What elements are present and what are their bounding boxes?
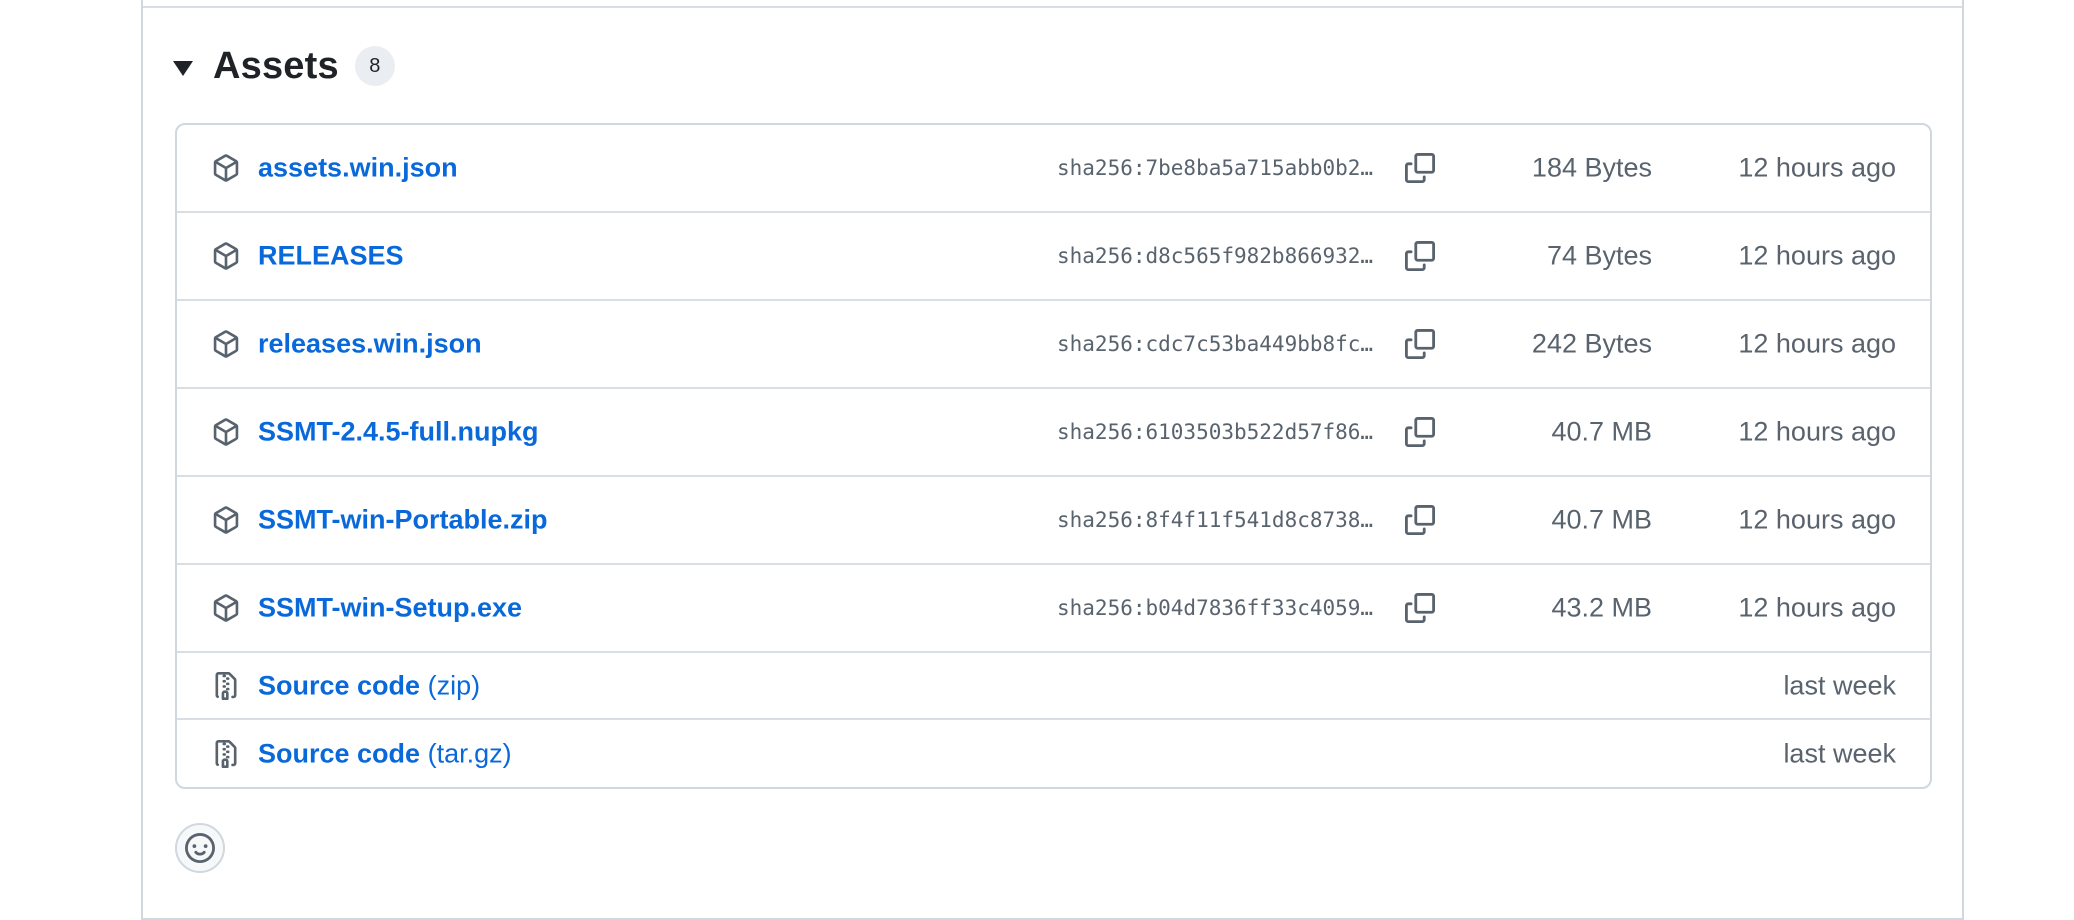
asset-time: 12 hours ago xyxy=(1738,240,1896,271)
package-icon xyxy=(211,504,241,536)
asset-size: 242 Bytes xyxy=(1531,328,1652,359)
source-code-row: Source code (zip) last week xyxy=(177,653,1930,720)
assets-count-badge: 8 xyxy=(354,46,395,86)
source-code-targz-link[interactable]: Source code (tar.gz) xyxy=(258,738,512,769)
asset-time: 12 hours ago xyxy=(1738,328,1896,359)
source-code-ext: (zip) xyxy=(427,670,481,700)
source-code-time: last week xyxy=(1783,738,1896,768)
add-reaction-button[interactable] xyxy=(175,823,225,873)
asset-row: releases.win.json sha256:cdc7c53ba449bb8… xyxy=(177,301,1930,389)
asset-size: 43.2 MB xyxy=(1551,592,1652,623)
asset-link[interactable]: releases.win.json xyxy=(258,329,482,360)
copy-icon[interactable] xyxy=(1400,148,1440,188)
source-code-label: Source code xyxy=(258,670,421,700)
asset-link[interactable]: SSMT-win-Portable.zip xyxy=(258,505,548,536)
copy-icon[interactable] xyxy=(1400,412,1440,452)
source-code-zip-link[interactable]: Source code (zip) xyxy=(258,670,480,701)
package-icon xyxy=(211,328,241,360)
asset-row: SSMT-win-Setup.exe sha256:b04d7836ff33c4… xyxy=(177,565,1930,653)
divider xyxy=(143,6,1962,8)
asset-sha256: sha256:b04d7836ff33c4059… xyxy=(1057,596,1374,620)
asset-size: 40.7 MB xyxy=(1551,504,1652,535)
asset-row: SSMT-win-Portable.zip sha256:8f4f11f541d… xyxy=(177,477,1930,565)
smiley-icon xyxy=(185,833,215,863)
asset-row: RELEASES sha256:d8c565f982b866932… 74 By… xyxy=(177,213,1930,301)
release-card: Assets 8 assets.win.json sha256:7be8ba5a… xyxy=(141,0,1964,920)
asset-time: 12 hours ago xyxy=(1738,416,1896,447)
triangle-down-icon xyxy=(173,60,193,76)
package-icon xyxy=(211,152,241,184)
asset-row: SSMT-2.4.5-full.nupkg sha256:6103503b522… xyxy=(177,389,1930,477)
package-icon xyxy=(211,592,241,624)
asset-link[interactable]: SSMT-win-Setup.exe xyxy=(258,593,522,624)
asset-row: assets.win.json sha256:7be8ba5a715abb0b2… xyxy=(177,125,1930,213)
asset-size: 184 Bytes xyxy=(1531,152,1652,183)
copy-icon[interactable] xyxy=(1400,324,1440,364)
asset-size: 74 Bytes xyxy=(1546,240,1652,271)
file-zip-icon xyxy=(211,738,241,770)
asset-link[interactable]: assets.win.json xyxy=(258,153,458,184)
asset-link[interactable]: SSMT-2.4.5-full.nupkg xyxy=(258,417,539,448)
copy-icon[interactable] xyxy=(1400,236,1440,276)
source-code-row: Source code (tar.gz) last week xyxy=(177,720,1930,787)
copy-icon[interactable] xyxy=(1400,500,1440,540)
file-zip-icon xyxy=(211,670,241,702)
package-icon xyxy=(211,416,241,448)
assets-toggle[interactable]: Assets 8 xyxy=(173,43,395,89)
asset-time: 12 hours ago xyxy=(1738,592,1896,623)
source-code-ext: (tar.gz) xyxy=(427,738,512,768)
asset-time: 12 hours ago xyxy=(1738,152,1896,183)
package-icon xyxy=(211,240,241,272)
assets-title: Assets xyxy=(213,44,339,87)
asset-link[interactable]: RELEASES xyxy=(258,241,404,272)
asset-sha256: sha256:7be8ba5a715abb0b2… xyxy=(1057,156,1374,180)
asset-sha256: sha256:6103503b522d57f86… xyxy=(1057,420,1374,444)
asset-sha256: sha256:cdc7c53ba449bb8fc… xyxy=(1057,332,1374,356)
asset-time: 12 hours ago xyxy=(1738,504,1896,535)
source-code-time: last week xyxy=(1783,670,1896,700)
asset-sha256: sha256:d8c565f982b866932… xyxy=(1057,244,1374,268)
copy-icon[interactable] xyxy=(1400,588,1440,628)
asset-list: assets.win.json sha256:7be8ba5a715abb0b2… xyxy=(175,123,1932,789)
source-code-label: Source code xyxy=(258,738,421,768)
asset-size: 40.7 MB xyxy=(1551,416,1652,447)
asset-sha256: sha256:8f4f11f541d8c8738… xyxy=(1057,508,1374,532)
